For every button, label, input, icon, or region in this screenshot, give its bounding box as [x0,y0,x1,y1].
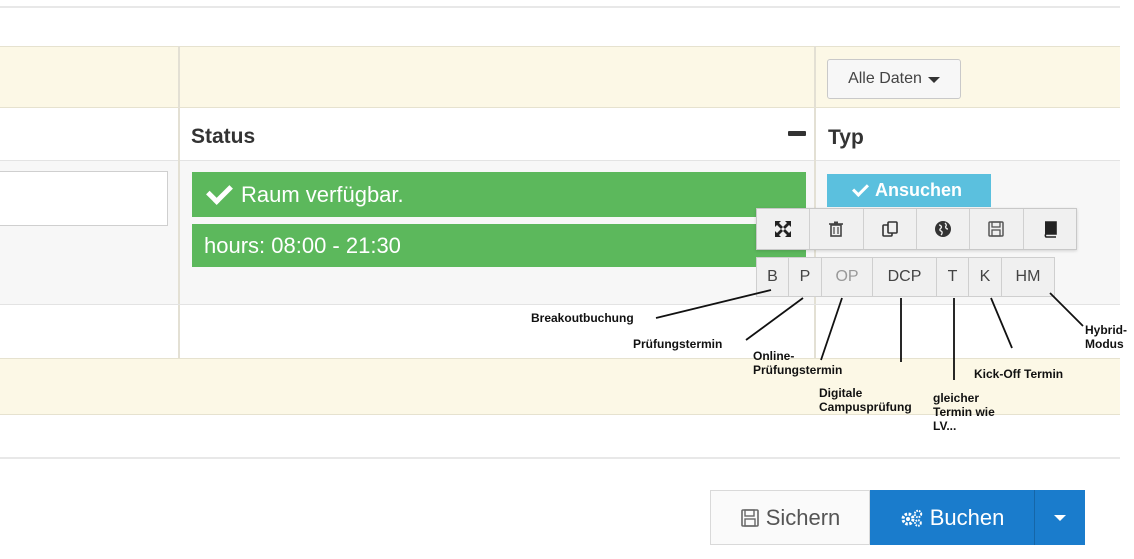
annotation-online-line2: Prüfungstermin [753,363,843,377]
annotation-gleich-line1: gleicher [933,391,980,405]
annotation-digital-line2: Campusprüfung [819,400,912,414]
annotation-online: Online- Prüfungstermin [753,349,842,377]
chevron-down-icon [1054,514,1066,521]
book-options-dropdown[interactable] [1034,490,1085,545]
footer-divider [0,457,1120,459]
annotation-pruefung: Prüfungstermin [633,337,723,351]
annotation-gleich: gleicher Termin wie LV... [933,391,995,433]
annotation-online-line1: Online- [753,349,795,363]
annotation-lines [655,289,1084,380]
save-icon [740,508,759,527]
annotation-hybrid-line2: Modus [1085,337,1124,351]
annotation-hybrid: Hybrid- Modus [1085,323,1127,351]
book-room-button[interactable]: Buchen [870,490,1034,545]
annotation-digital-line1: Digitale [819,386,863,400]
save-form-label: Sichern [765,504,841,530]
annotation-breakout: Breakoutbuchung [531,311,634,325]
annotation-digital: Digitale Campusprüfung [819,386,912,414]
annotation-gleich-line3: LV... [933,419,957,433]
book-room-label: Buchen [929,504,1005,530]
gears-icon [901,509,922,527]
annotation-kickoff: Kick-Off Termin [974,367,1064,381]
annotation-gleich-line2: Termin wie [933,405,995,419]
save-form-button[interactable]: Sichern [710,490,870,545]
annotation-hybrid-line1: Hybrid- [1085,323,1127,337]
